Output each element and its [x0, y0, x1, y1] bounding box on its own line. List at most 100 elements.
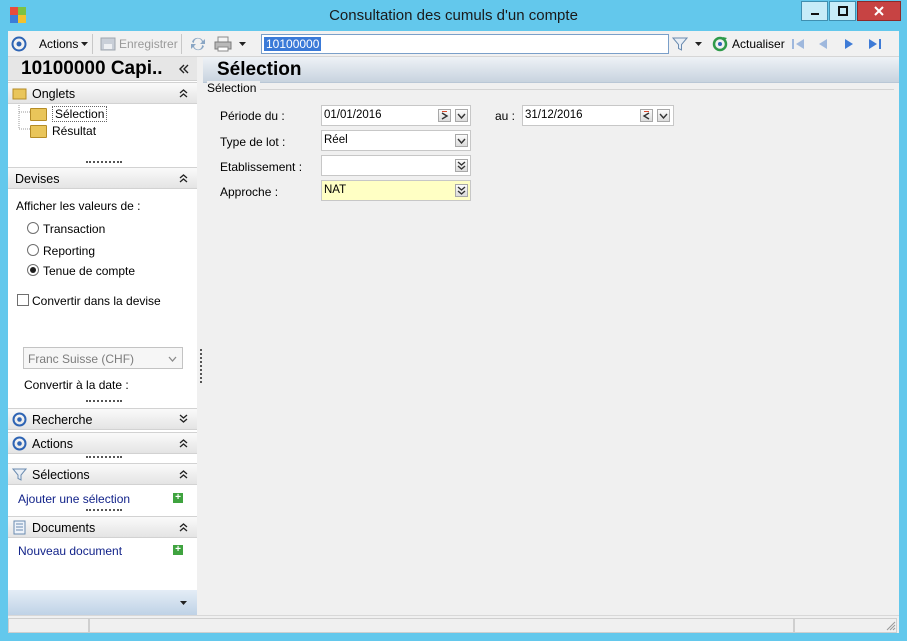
tab-selection[interactable]: Sélection [30, 106, 108, 122]
selections-section-header[interactable]: Sélections [8, 463, 197, 485]
chevron-down-icon [659, 113, 668, 119]
radio-reporting[interactable] [27, 244, 39, 256]
radio-reporting-label[interactable]: Reporting [43, 244, 95, 258]
app-window: Consultation des cumuls d'un compte Acti… [0, 0, 907, 641]
date-dropdown-button[interactable] [455, 109, 468, 122]
resize-grip[interactable] [86, 456, 122, 459]
date-previous-button[interactable] [640, 109, 653, 122]
show-values-label: Afficher les valeurs de : [16, 199, 141, 213]
chevron-up-icon [179, 523, 188, 532]
resize-grip[interactable] [86, 509, 122, 512]
close-icon [874, 6, 884, 16]
sync-icon [191, 37, 205, 51]
new-document-link[interactable]: Nouveau document [18, 544, 122, 558]
type-lot-label: Type de lot : [220, 135, 286, 149]
close-button[interactable] [857, 1, 901, 21]
print-button[interactable] [214, 35, 247, 53]
sync-button[interactable] [189, 35, 207, 53]
refresh-label: Actualiser [732, 37, 785, 51]
client-area: Actions Enregistrer 10100000 Actualiser … [8, 31, 899, 633]
dropdown-arrow-icon[interactable] [179, 600, 188, 606]
page-title: Sélection [217, 59, 302, 80]
documents-section-header[interactable]: Documents [8, 516, 197, 538]
target-icon [11, 36, 27, 52]
selections-section-label: Sélections [32, 468, 90, 482]
nav-target-button[interactable] [11, 35, 27, 53]
tab-resultat[interactable]: Résultat [30, 124, 96, 138]
radio-tenue-de-compte-label[interactable]: Tenue de compte [43, 264, 135, 278]
onglets-section-label: Onglets [32, 87, 76, 101]
status-cell [794, 618, 897, 633]
recherche-section-label: Recherche [32, 413, 93, 427]
documents-section-label: Documents [32, 521, 96, 535]
chevron-down-icon [168, 356, 177, 362]
resize-grip-icon[interactable] [886, 621, 896, 631]
periode-from-value: 01/01/2016 [324, 109, 382, 121]
convert-checkbox[interactable] [17, 294, 29, 306]
approche-select[interactable]: NAT [321, 180, 471, 201]
add-selection-plus-icon[interactable]: + [173, 493, 183, 503]
refresh-icon [712, 36, 728, 52]
filter-icon [672, 37, 688, 51]
actions-section-header[interactable]: Actions [8, 432, 197, 454]
date-dropdown-button[interactable] [657, 109, 670, 122]
radio-transaction-label[interactable]: Transaction [43, 222, 105, 236]
au-label: au : [495, 109, 516, 123]
etablissement-dropdown-button[interactable] [455, 159, 468, 172]
etablissement-select[interactable] [321, 155, 471, 176]
devises-section-header[interactable]: Devises [8, 167, 197, 189]
type-lot-dropdown-button[interactable] [455, 134, 468, 147]
next-record-button[interactable] [842, 35, 856, 53]
periode-to-input[interactable]: 31/12/2016 [522, 105, 674, 126]
currency-select[interactable]: Franc Suisse (CHF) [23, 347, 183, 369]
target-icon [12, 436, 27, 451]
first-icon [792, 39, 804, 49]
tab-selection-label: Sélection [52, 106, 108, 122]
periode-from-input[interactable]: 01/01/2016 [321, 105, 471, 126]
radio-transaction[interactable] [27, 222, 39, 234]
dropdown-arrow-icon [695, 42, 702, 46]
last-icon [869, 39, 881, 49]
save-button[interactable]: Enregistrer [100, 35, 178, 53]
actions-menu-label: Actions [39, 37, 79, 51]
calendar-arrow-icon [642, 111, 650, 120]
currency-select-value: Franc Suisse (CHF) [28, 352, 135, 366]
new-document-plus-icon[interactable]: + [173, 545, 183, 555]
type-lot-select[interactable]: Réel [321, 130, 471, 151]
onglets-section-header[interactable]: Onglets [8, 82, 197, 104]
devises-section-label: Devises [15, 172, 60, 186]
resize-grip[interactable] [86, 400, 122, 403]
resize-grip[interactable] [86, 161, 122, 164]
approche-value: NAT [324, 184, 347, 196]
maximize-button[interactable] [829, 1, 856, 21]
minimize-button[interactable] [801, 1, 828, 21]
approche-dropdown-button[interactable] [455, 184, 468, 197]
selection-groupbox [208, 89, 894, 90]
chevron-up-icon [179, 89, 188, 98]
add-selection-link[interactable]: Ajouter une sélection [18, 492, 130, 506]
window-title: Consultation des cumuls d'un compte [329, 7, 578, 24]
first-record-button[interactable] [790, 35, 806, 53]
printer-icon [214, 36, 232, 52]
refresh-button[interactable]: Actualiser [712, 35, 785, 53]
date-next-button[interactable] [438, 109, 451, 122]
toolbar-separator [92, 34, 93, 54]
recherche-section-header[interactable]: Recherche [8, 408, 197, 430]
vertical-splitter[interactable] [200, 349, 202, 383]
toolbar-separator [181, 34, 182, 54]
status-cell [89, 618, 794, 633]
account-id-input[interactable]: 10100000 [261, 34, 669, 54]
convert-checkbox-label[interactable]: Convertir dans la devise [32, 294, 161, 308]
previous-record-button[interactable] [816, 35, 830, 53]
type-lot-value: Réel [324, 134, 348, 146]
open-folder-icon [30, 107, 47, 121]
filter-button[interactable] [672, 35, 703, 53]
actions-menu-button[interactable]: Actions [39, 35, 89, 53]
approche-label: Approche : [220, 185, 279, 199]
radio-tenue-de-compte[interactable] [27, 264, 39, 276]
save-label: Enregistrer [119, 37, 178, 51]
last-record-button[interactable] [867, 35, 883, 53]
save-icon [100, 37, 116, 51]
title-bar: Consultation des cumuls d'un compte [0, 0, 907, 30]
collapse-sidebar-icon[interactable] [179, 64, 189, 74]
